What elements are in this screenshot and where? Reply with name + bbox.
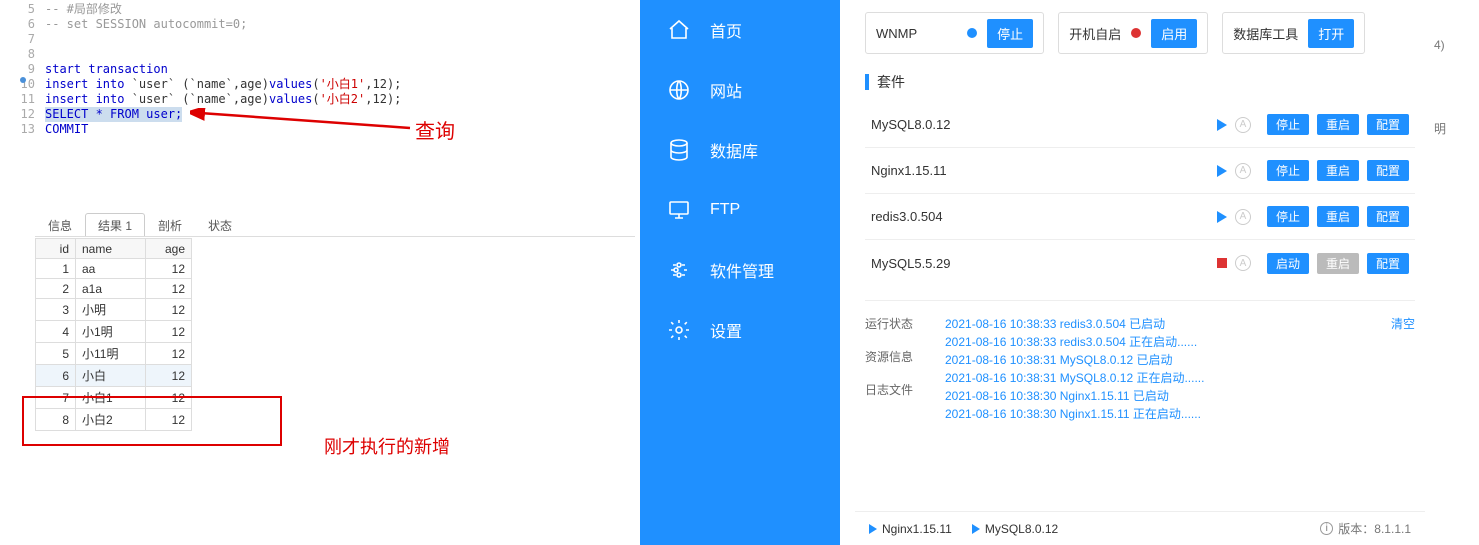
- svc-btn-停止[interactable]: 停止: [1267, 114, 1309, 135]
- play-icon[interactable]: [1217, 211, 1227, 223]
- site-icon: [666, 77, 692, 103]
- sql-editor[interactable]: 5678910111213 -- #局部修改 -- set SESSION au…: [0, 0, 640, 210]
- settings-icon: [666, 317, 692, 343]
- line-gutter: 5678910111213: [0, 0, 45, 210]
- table-row[interactable]: 6小白12: [36, 365, 192, 387]
- gutter-marker-icon: [20, 77, 26, 83]
- nav-software[interactable]: 软件管理: [640, 240, 840, 300]
- service-name: redis3.0.504: [871, 209, 1217, 224]
- home-icon: [666, 17, 692, 43]
- annotation-box: [22, 396, 282, 446]
- table-row[interactable]: 5小11明12: [36, 343, 192, 365]
- tab-1[interactable]: 结果 1: [85, 213, 145, 236]
- footer-nginx[interactable]: Nginx1.15.11: [869, 522, 952, 536]
- auto-icon[interactable]: A: [1235, 255, 1251, 271]
- nav-site[interactable]: 网站: [640, 60, 840, 120]
- log-category[interactable]: 运行状态: [865, 315, 945, 332]
- table-row[interactable]: 2a1a12: [36, 279, 192, 299]
- auto-icon[interactable]: A: [1235, 117, 1251, 133]
- svc-btn-停止[interactable]: 停止: [1267, 206, 1309, 227]
- col-age[interactable]: age: [146, 239, 192, 259]
- svc-btn-配置[interactable]: 配置: [1367, 206, 1409, 227]
- log-clear-button[interactable]: 清空: [1391, 315, 1415, 423]
- table-row[interactable]: 4小1明12: [36, 321, 192, 343]
- play-icon[interactable]: [1217, 165, 1227, 177]
- service-row: MySQL8.0.12 A 停止重启配置: [865, 102, 1415, 148]
- svc-btn-配置[interactable]: 配置: [1367, 253, 1409, 274]
- play-icon: [869, 524, 877, 534]
- nav-settings[interactable]: 设置: [640, 300, 840, 360]
- tab-2[interactable]: 剖析: [145, 213, 195, 236]
- card-dbtool: 数据库工具 打开: [1222, 12, 1365, 54]
- service-name: MySQL8.0.12: [871, 117, 1217, 132]
- log-line: 2021-08-16 10:38:33 redis3.0.504 正在启动...…: [945, 333, 1391, 351]
- col-name[interactable]: name: [76, 239, 146, 259]
- svc-btn-启动[interactable]: 启动: [1267, 253, 1309, 274]
- nav-db[interactable]: 数据库: [640, 120, 840, 180]
- svc-btn-配置[interactable]: 配置: [1367, 160, 1409, 181]
- col-id[interactable]: id: [36, 239, 76, 259]
- card-autostart-label: 开机自启: [1069, 24, 1121, 43]
- nav-ftp[interactable]: FTP: [640, 180, 840, 240]
- log-lines: 2021-08-16 10:38:33 redis3.0.504 已启动2021…: [945, 315, 1391, 423]
- log-line: 2021-08-16 10:38:33 redis3.0.504 已启动: [945, 315, 1391, 333]
- log-line: 2021-08-16 10:38:31 MySQL8.0.12 正在启动....…: [945, 369, 1391, 387]
- log-category[interactable]: 日志文件: [865, 381, 945, 398]
- svc-btn-重启[interactable]: 重启: [1317, 160, 1359, 181]
- footer-version: i版本：8.1.1.1: [1320, 520, 1411, 537]
- card-dbtool-label: 数据库工具: [1233, 24, 1298, 43]
- svc-btn-停止[interactable]: 停止: [1267, 160, 1309, 181]
- auto-icon[interactable]: A: [1235, 163, 1251, 179]
- tab-0[interactable]: 信息: [35, 213, 85, 236]
- table-row[interactable]: 3小明12: [36, 299, 192, 321]
- info-icon: i: [1320, 522, 1333, 535]
- card-autostart: 开机自启 启用: [1058, 12, 1208, 54]
- dbtool-open-button[interactable]: 打开: [1308, 19, 1354, 48]
- svc-btn-重启[interactable]: 重启: [1317, 206, 1359, 227]
- tab-3[interactable]: 状态: [195, 213, 245, 236]
- card-wnmp-label: WNMP: [876, 26, 917, 41]
- service-row: Nginx1.15.11 A 停止重启配置: [865, 148, 1415, 194]
- status-dot-icon: [967, 28, 977, 38]
- card-wnmp: WNMP 停止: [865, 12, 1044, 54]
- footer-mysql[interactable]: MySQL8.0.12: [972, 522, 1058, 536]
- svc-btn-重启[interactable]: 重启: [1317, 253, 1359, 274]
- main-nav: 首页网站数据库FTP软件管理设置: [640, 0, 840, 545]
- service-row: redis3.0.504 A 停止重启配置: [865, 194, 1415, 240]
- table-row[interactable]: 1aa12: [36, 259, 192, 279]
- auto-icon[interactable]: A: [1235, 209, 1251, 225]
- log-line: 2021-08-16 10:38:30 Nginx1.15.11 正在启动...…: [945, 405, 1391, 423]
- log-panel: 运行状态资源信息日志文件 2021-08-16 10:38:33 redis3.…: [865, 300, 1415, 423]
- db-icon: [666, 137, 692, 163]
- services-list: MySQL8.0.12A停止重启配置Nginx1.15.11A停止重启配置red…: [855, 102, 1425, 286]
- service-row: MySQL5.5.29 A 启动重启配置: [865, 240, 1415, 286]
- log-line: 2021-08-16 10:38:30 Nginx1.15.11 已启动: [945, 387, 1391, 405]
- footer-bar: Nginx1.15.11 MySQL8.0.12 i版本：8.1.1.1: [855, 511, 1425, 545]
- service-name: Nginx1.15.11: [871, 163, 1217, 178]
- log-category[interactable]: 资源信息: [865, 348, 945, 365]
- status-cards: WNMP 停止 开机自启 启用 数据库工具 打开: [865, 12, 1425, 54]
- annotation-new-rows: 刚才执行的新增: [324, 433, 450, 459]
- play-icon[interactable]: [1217, 119, 1227, 131]
- software-icon: [666, 257, 692, 283]
- stop-icon[interactable]: [1217, 258, 1227, 268]
- autostart-enable-button[interactable]: 启用: [1151, 19, 1197, 48]
- right-sliver: 4) 明: [1428, 0, 1479, 545]
- annotation-query: 查询: [415, 115, 455, 144]
- svc-btn-重启[interactable]: 重启: [1317, 114, 1359, 135]
- ftp-icon: [666, 197, 692, 223]
- control-panel: WNMP 停止 开机自启 启用 数据库工具 打开 套件 MySQL8.0.12 A…: [855, 0, 1425, 545]
- wnmp-stop-button[interactable]: 停止: [987, 19, 1033, 48]
- log-line: 2021-08-16 10:38:31 MySQL8.0.12 已启动: [945, 351, 1391, 369]
- result-tabs: 信息结果 1剖析状态: [35, 213, 635, 237]
- nav-home[interactable]: 首页: [640, 0, 840, 60]
- code-area[interactable]: -- #局部修改 -- set SESSION autocommit=0; st…: [45, 0, 640, 210]
- suite-section-title: 套件: [865, 72, 1425, 92]
- service-name: MySQL5.5.29: [871, 256, 1217, 271]
- table-header-row: id name age: [36, 239, 192, 259]
- svc-btn-配置[interactable]: 配置: [1367, 114, 1409, 135]
- status-dot-icon: [1131, 28, 1141, 38]
- play-icon: [972, 524, 980, 534]
- log-categories: 运行状态资源信息日志文件: [865, 315, 945, 423]
